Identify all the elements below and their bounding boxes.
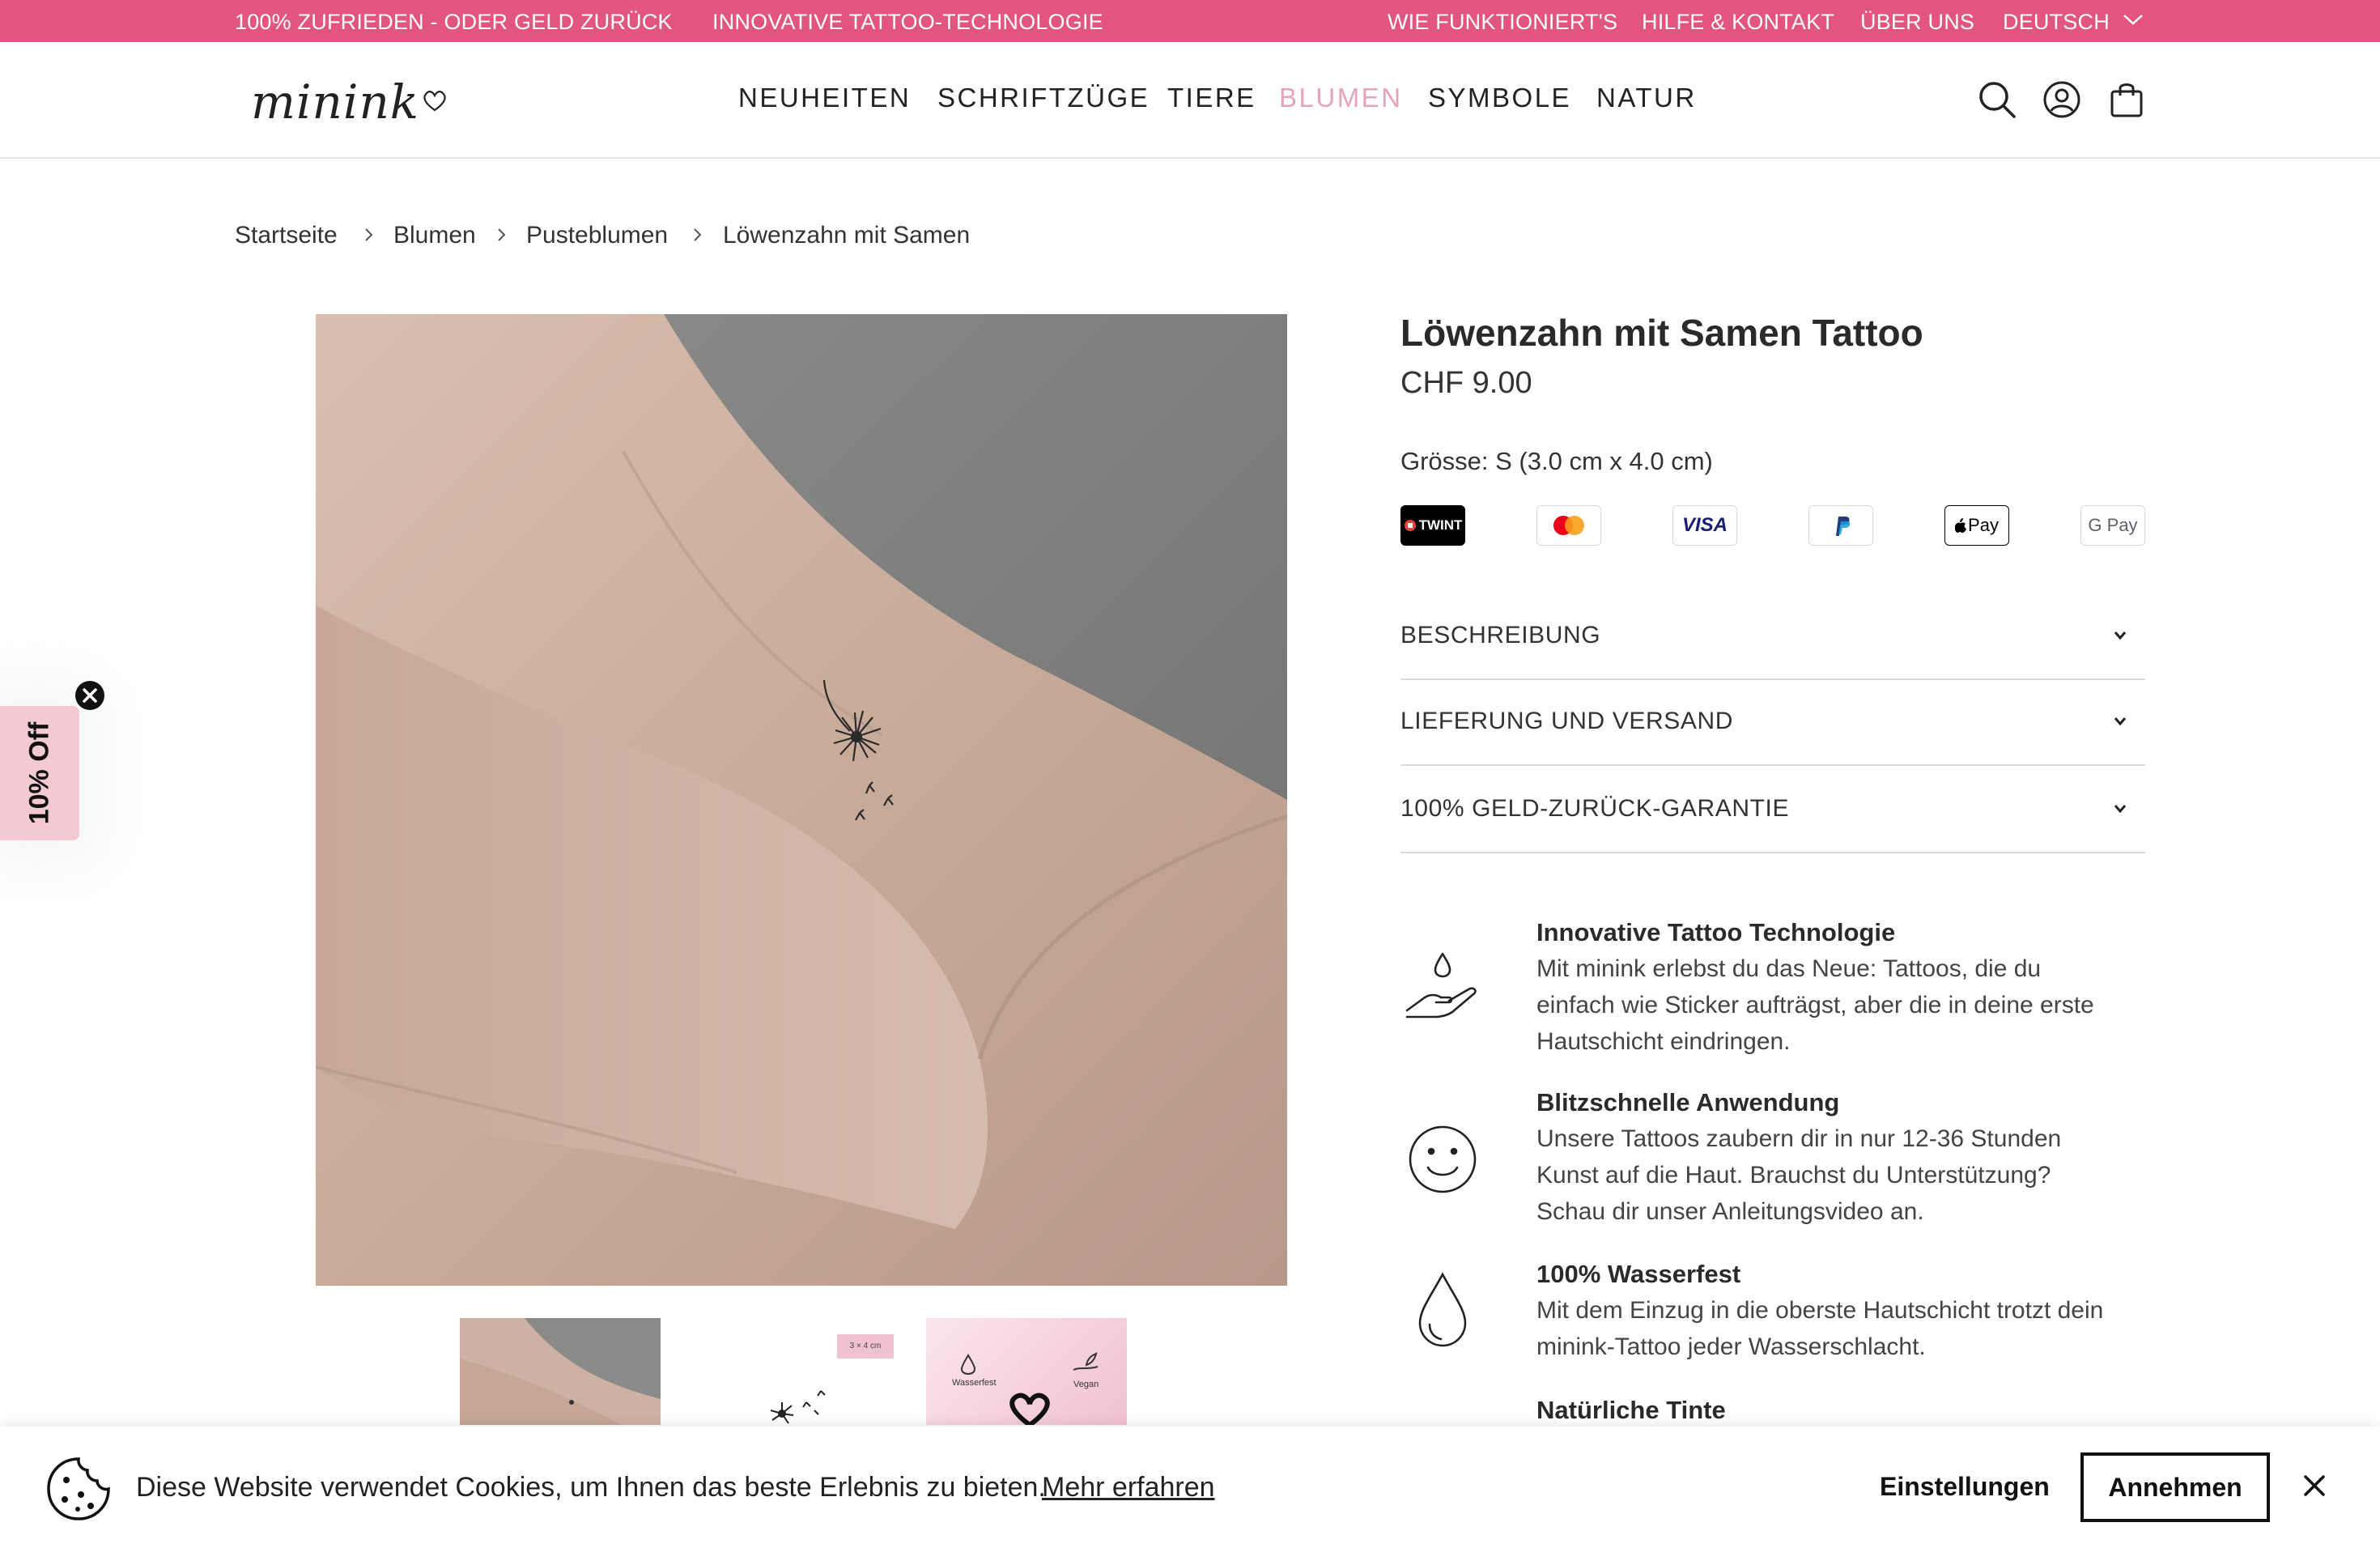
- mastercard-icon: [1553, 516, 1584, 535]
- promo-technology: INNOVATIVE TATTOO-TECHNOLOGIE: [712, 10, 1103, 34]
- feature-title: 100% Wasserfest: [1536, 1260, 1741, 1288]
- logo[interactable]: minink: [251, 74, 419, 130]
- ankle-thumb: [460, 1318, 661, 1425]
- breadcrumb-blumen[interactable]: Blumen: [393, 222, 476, 249]
- product-price: CHF 9.00: [1400, 366, 1532, 400]
- dandelion-icon: [770, 1390, 826, 1424]
- cart-icon[interactable]: [2106, 79, 2147, 120]
- feature-title: Innovative Tattoo Technologie: [1536, 918, 1896, 946]
- nav-natur[interactable]: NATUR: [1596, 83, 1697, 113]
- water-drop-icon: [1418, 1272, 1467, 1347]
- smiley-icon: [1409, 1125, 1477, 1193]
- cookie-accept-button[interactable]: Annehmen: [2080, 1452, 2270, 1522]
- product-title: Löwenzahn mit Samen Tattoo: [1400, 312, 1923, 354]
- cookie-icon: [47, 1457, 110, 1520]
- account-icon[interactable]: [2042, 79, 2082, 120]
- discount-tab[interactable]: 10% Off: [0, 706, 79, 840]
- close-icon[interactable]: [74, 680, 105, 711]
- heart-icon: [423, 91, 446, 112]
- cookie-learn-more-link[interactable]: Mehr erfahren: [1042, 1472, 1215, 1503]
- accordion-shipping[interactable]: LIEFERUNG UND VERSAND: [1400, 680, 2145, 766]
- nav-schriftzuege[interactable]: SCHRIFTZÜGE: [937, 83, 1150, 113]
- payment-visa: VISA: [1672, 505, 1737, 546]
- payment-paypal: [1808, 505, 1873, 546]
- accordion-label: 100% GELD-ZURÜCK-GARANTIE: [1400, 795, 1790, 822]
- thumbnail-2[interactable]: 3 × 4 cm: [693, 1318, 894, 1425]
- vegan-hand-icon: [1073, 1352, 1099, 1371]
- feature-label-vegan: Vegan: [1073, 1380, 1099, 1389]
- payment-twint: TWINT: [1400, 505, 1465, 546]
- twint-icon: [1404, 520, 1416, 531]
- nav-neuheiten[interactable]: NEUHEITEN: [738, 83, 911, 113]
- apple-icon: [1955, 518, 1967, 533]
- language-selector[interactable]: DEUTSCH: [2003, 10, 2110, 35]
- product-size: Grösse: S (3.0 cm x 4.0 cm): [1400, 447, 1713, 475]
- heart-icon: [1009, 1393, 1050, 1425]
- nav-blumen[interactable]: BLUMEN: [1279, 83, 1403, 113]
- size-label: 3 × 4 cm: [837, 1334, 894, 1359]
- product-main-image[interactable]: [316, 314, 1287, 1286]
- nav-symbole[interactable]: SYMBOLE: [1428, 83, 1571, 113]
- topbar-link-how-it-works[interactable]: WIE FUNKTIONIERT'S: [1388, 10, 1617, 35]
- payment-googlepay: G Pay: [2080, 505, 2145, 546]
- payment-mastercard: [1536, 505, 1601, 546]
- chevron-down-icon: [2114, 805, 2127, 814]
- chevron-down-icon: [2114, 717, 2127, 726]
- chevron-right-icon: [365, 228, 373, 241]
- chevron-down-icon: [2114, 632, 2127, 640]
- announcement-bar: 100% ZUFRIEDEN - ODER GELD ZURÜCK INNOVA…: [0, 0, 2380, 42]
- accordion-label: BESCHREIBUNG: [1400, 622, 1601, 649]
- paypal-icon: [1836, 517, 1851, 536]
- chevron-right-icon: [694, 228, 702, 241]
- cookie-settings-button[interactable]: Einstellungen: [1880, 1472, 2050, 1502]
- topbar-link-about[interactable]: ÜBER UNS: [1860, 10, 1974, 35]
- thumbnail-1[interactable]: [460, 1318, 661, 1425]
- cookie-banner: Diese Website verwendet Cookies, um Ihne…: [0, 1427, 2380, 1548]
- accordion-label: LIEFERUNG UND VERSAND: [1400, 708, 1733, 734]
- feature-text: Mit dem Einzug in die oberste Hautschich…: [1536, 1297, 2104, 1360]
- payment-applepay: Pay: [1944, 505, 2009, 546]
- feature-text: Mit minink erlebst du das Neue: Tattoos,…: [1536, 955, 2094, 1055]
- feature-title: Natürliche Tinte: [1536, 1396, 1726, 1424]
- feature-text: Unsere Tattoos zaubern dir in nur 12-36 …: [1536, 1125, 2062, 1225]
- search-icon[interactable]: [1977, 79, 2017, 120]
- thumbnail-3[interactable]: Wasserfest Vegan: [926, 1318, 1127, 1425]
- breadcrumb-pusteblumen[interactable]: Pusteblumen: [526, 222, 668, 249]
- promo-money-back: 100% ZUFRIEDEN - ODER GELD ZURÜCK: [235, 10, 673, 34]
- chevron-down-icon[interactable]: [2123, 11, 2144, 28]
- chevron-right-icon: [498, 228, 506, 241]
- breadcrumb-home[interactable]: Startseite: [235, 222, 338, 249]
- topbar-link-help[interactable]: HILFE & KONTAKT: [1642, 10, 1834, 35]
- ankle-photo: [316, 314, 1287, 1286]
- accordion-guarantee[interactable]: 100% GELD-ZURÜCK-GARANTIE: [1400, 768, 2145, 853]
- feature-label-waterproof: Wasserfest: [952, 1378, 997, 1388]
- hand-drop-icon: [1405, 952, 1477, 1019]
- discount-tab-label: 10% Off: [23, 721, 55, 825]
- cookie-message: Diese Website verwendet Cookies, um Ihne…: [136, 1472, 1046, 1503]
- feature-title: Blitzschnelle Anwendung: [1536, 1088, 1840, 1116]
- payment-twint-label: TWINT: [1418, 517, 1463, 533]
- nav-tiere[interactable]: TIERE: [1167, 83, 1256, 113]
- accordion-description[interactable]: BESCHREIBUNG: [1400, 594, 2145, 680]
- breadcrumb-current: Löwenzahn mit Samen: [723, 222, 971, 249]
- close-icon[interactable]: [2301, 1472, 2328, 1499]
- site-header: minink NEUHEITEN SCHRIFTZÜGE TIERE BLUME…: [0, 42, 2380, 159]
- water-drop-icon: [960, 1354, 976, 1375]
